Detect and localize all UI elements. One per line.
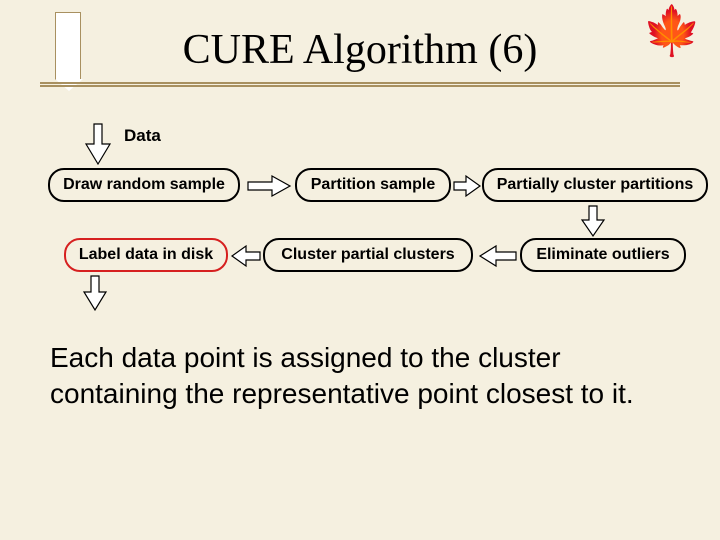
arrow-draw-to-partition (244, 174, 294, 198)
title-underline (40, 82, 680, 84)
arrow-data-to-draw (78, 120, 118, 168)
data-label: Data (124, 126, 161, 146)
slide-body-text: Each data point is assigned to the clust… (50, 340, 680, 412)
arrow-cluster-to-label (230, 244, 262, 268)
arrow-eliminate-to-cluster (478, 244, 518, 268)
arrow-partial-to-eliminate (578, 204, 608, 238)
slide-title: CURE Algorithm (6) (0, 26, 720, 74)
box-partition-sample: Partition sample (295, 168, 451, 202)
box-eliminate-outliers: Eliminate outliers (520, 238, 686, 272)
arrow-partition-to-partial (452, 174, 482, 198)
box-label-data-in-disk: Label data in disk (64, 238, 228, 272)
box-cluster-partial: Cluster partial clusters (263, 238, 473, 272)
arrow-label-down (80, 274, 110, 312)
box-partially-cluster: Partially cluster partitions (482, 168, 708, 202)
box-draw-random-sample: Draw random sample (48, 168, 240, 202)
